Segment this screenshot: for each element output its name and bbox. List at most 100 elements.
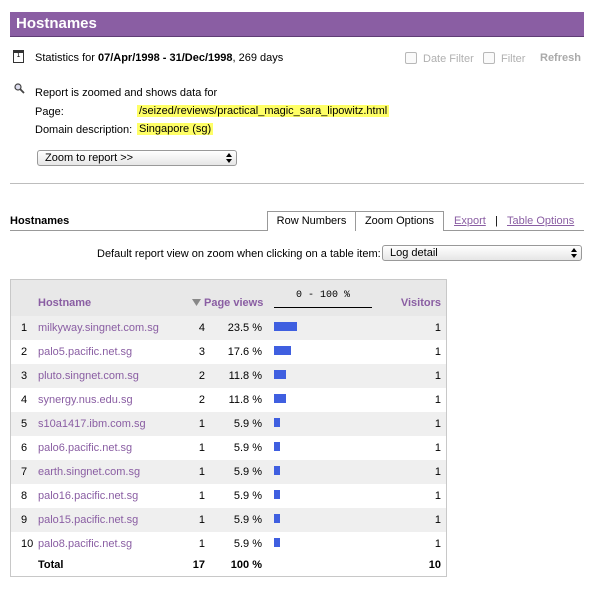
calendar-icon: 1	[13, 50, 24, 63]
percent-bar	[274, 418, 280, 427]
row-number: 9	[21, 514, 28, 526]
page-views-count: 1	[198, 490, 205, 502]
percent-bar	[274, 370, 286, 379]
column-page-views[interactable]: Page views	[204, 297, 263, 309]
table-row: 9 palo15.pacific.net.sg 1 5.9 % 1	[11, 508, 446, 532]
visitors-count: 1	[434, 370, 441, 382]
table-row: 8 palo16.pacific.net.sg 1 5.9 % 1	[11, 484, 446, 508]
hostnames-table: Hostname Page views 0 - 100 % Visitors 1…	[10, 279, 447, 577]
export-link[interactable]: Export	[454, 215, 486, 227]
visitors-count: 1	[434, 538, 441, 550]
visitors-count: 1	[434, 466, 441, 478]
scale-label: 0 - 100 %	[295, 290, 350, 301]
section-title: Hostnames	[10, 215, 70, 227]
default-view-select[interactable]: Log detail	[382, 245, 582, 261]
page-views-percent: 5.9 %	[233, 514, 262, 526]
hostname-link[interactable]: s10a1417.ibm.com.sg	[38, 418, 146, 430]
percent-bar	[274, 394, 286, 403]
row-number: 2	[21, 346, 28, 358]
link-separator: |	[495, 215, 498, 227]
hostname-link[interactable]: palo8.pacific.net.sg	[38, 538, 132, 550]
row-number: 7	[21, 466, 28, 478]
scale-line	[274, 307, 372, 308]
zoomed-page-value: /seized/reviews/practical_magic_sara_lip…	[137, 105, 390, 117]
report-title-bar: Hostnames	[10, 12, 584, 37]
percent-bar	[274, 442, 280, 451]
magnifier-icon	[14, 83, 25, 94]
visitors-count: 1	[434, 394, 441, 406]
zoomed-domain-value: Singapore (sg)	[137, 123, 214, 135]
hostname-link[interactable]: pluto.singnet.com.sg	[38, 370, 139, 382]
visitors-count: 1	[434, 514, 441, 526]
hostname-link[interactable]: milkyway.singnet.com.sg	[38, 322, 159, 334]
percent-bar	[274, 538, 280, 547]
default-view-value: Log detail	[390, 247, 438, 259]
visitors-count: 1	[434, 346, 441, 358]
checkbox-box[interactable]	[483, 52, 495, 64]
page-views-percent: 11.8 %	[228, 394, 262, 406]
stats-range: 07/Apr/1998 - 31/Dec/1998	[97, 52, 233, 64]
page-views-percent: 11.8 %	[228, 370, 262, 382]
page-views-percent: 5.9 %	[233, 418, 262, 430]
page-views-count: 1	[198, 538, 205, 550]
table-row: 2 palo5.pacific.net.sg 3 17.6 % 1	[11, 340, 446, 364]
page-views-percent: 5.9 %	[233, 538, 262, 550]
row-number: 10	[21, 538, 34, 550]
date-filter-checkbox[interactable]: Date Filter	[405, 52, 474, 65]
percent-bar	[274, 466, 280, 475]
hostname-link[interactable]: palo15.pacific.net.sg	[38, 514, 138, 526]
table-row: 6 palo6.pacific.net.sg 1 5.9 % 1	[11, 436, 446, 460]
table-row: 7 earth.singnet.com.sg 1 5.9 % 1	[11, 460, 446, 484]
page-views-count: 3	[198, 346, 205, 358]
percent-bar	[274, 514, 280, 523]
row-number: 4	[21, 394, 28, 406]
page-views-percent: 17.6 %	[227, 346, 262, 358]
checkbox-box[interactable]	[405, 52, 417, 64]
total-percent: 100 %	[230, 559, 262, 571]
tab-zoom-options[interactable]: Zoom Options	[356, 211, 444, 231]
percent-scale: 0 - 100 %	[274, 290, 372, 309]
page-views-count: 2	[198, 370, 205, 382]
row-number: 5	[21, 418, 28, 430]
tab-row-numbers[interactable]: Row Numbers	[267, 211, 356, 231]
page-views-count: 2	[198, 394, 205, 406]
sort-descending-icon[interactable]	[192, 299, 201, 307]
column-hostname[interactable]: Hostname	[38, 297, 91, 309]
hostname-link[interactable]: synergy.nus.edu.sg	[38, 394, 133, 406]
row-number: 8	[21, 490, 28, 502]
page-views-count: 1	[198, 514, 205, 526]
total-page-views: 17	[192, 559, 205, 571]
zoom-to-report-select[interactable]: Zoom to report >>	[37, 150, 237, 166]
zoom-intro-text: Report is zoomed and shows data for	[35, 87, 218, 99]
hostname-link[interactable]: palo6.pacific.net.sg	[38, 442, 132, 454]
statistics-line: Statistics for 07/Apr/1998 - 31/Dec/1998…	[35, 52, 283, 64]
select-arrows-icon	[224, 152, 234, 164]
report-title: Hostnames	[16, 15, 97, 32]
table-row: 5 s10a1417.ibm.com.sg 1 5.9 % 1	[11, 412, 446, 436]
zoom-select-value: Zoom to report >>	[45, 152, 134, 164]
row-number: 3	[21, 370, 28, 382]
visitors-count: 1	[434, 442, 441, 454]
domain-label: Domain description:	[35, 124, 133, 136]
table-row: 4 synergy.nus.edu.sg 2 11.8 % 1	[11, 388, 446, 412]
filter-checkbox[interactable]: Filter	[483, 52, 525, 65]
table-options-link[interactable]: Table Options	[507, 215, 574, 227]
refresh-button[interactable]: Refresh	[540, 52, 581, 64]
page-views-count: 4	[198, 322, 205, 334]
hostname-link[interactable]: palo5.pacific.net.sg	[38, 346, 132, 358]
column-visitors[interactable]: Visitors	[401, 297, 441, 309]
page-views-percent: 5.9 %	[233, 442, 262, 454]
hostname-link[interactable]: earth.singnet.com.sg	[38, 466, 140, 478]
table-header: Hostname Page views 0 - 100 % Visitors	[11, 280, 446, 316]
stats-suffix: , 269 days	[232, 52, 284, 64]
hostname-link[interactable]: palo16.pacific.net.sg	[38, 490, 138, 502]
percent-bar	[274, 346, 291, 355]
table-row: 10 palo8.pacific.net.sg 1 5.9 % 1	[11, 532, 446, 556]
table-row: 1 milkyway.singnet.com.sg 4 23.5 % 1	[11, 316, 446, 340]
page-views-count: 1	[198, 418, 205, 430]
total-visitors: 10	[428, 559, 441, 571]
total-label: Total	[38, 559, 64, 571]
page-views-percent: 23.5 %	[227, 322, 262, 334]
page-views-count: 1	[198, 442, 205, 454]
default-view-label: Default report view on zoom when clickin…	[97, 248, 381, 260]
